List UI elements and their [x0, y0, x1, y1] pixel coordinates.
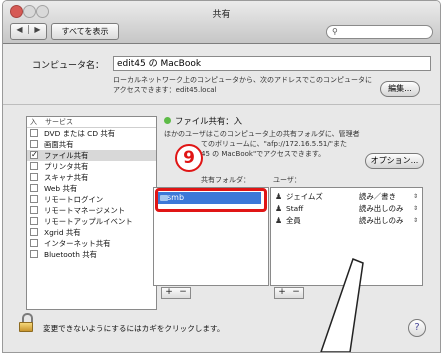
service-item-printer-sharing[interactable]: プリンタ共有	[27, 161, 156, 172]
service-checkbox[interactable]	[30, 173, 38, 181]
service-checkbox[interactable]	[30, 217, 38, 225]
file-sharing-desc-line3: 45 の MacBook"でアクセスできます。	[201, 150, 326, 158]
remove-user-button[interactable]: −	[290, 287, 302, 297]
permission-popup-arrows-icon[interactable]: ⇕	[413, 191, 418, 202]
title-bar: 共有 ◀ ▶ すべてを表示 ⚲	[3, 1, 440, 44]
service-item-internet-sharing[interactable]: インターネット共有	[27, 238, 156, 249]
services-list: 入サービス DVD または CD 共有 画面共有 ファイル共有 プリンタ共有 ス…	[26, 116, 157, 310]
service-checkbox[interactable]	[30, 250, 38, 258]
lock-body	[19, 322, 33, 332]
user-permission[interactable]: 読み出しのみ	[359, 203, 403, 214]
user-name: ジェイムズ	[286, 192, 323, 201]
shared-folders-header: 共有フォルダ：	[201, 176, 250, 184]
user-permission[interactable]: 読み出しのみ	[359, 215, 403, 226]
edit-button[interactable]: 編集...	[380, 81, 420, 97]
help-button[interactable]: ?	[408, 319, 426, 337]
user-row[interactable]: ♟ ジェイムズ 読み／書き ⇕	[271, 191, 422, 202]
permission-popup-arrows-icon[interactable]: ⇕	[413, 215, 418, 226]
service-item-remote-apple-events[interactable]: リモートアップルイベント	[27, 216, 156, 227]
service-item-dvd[interactable]: DVD または CD 共有	[27, 128, 156, 139]
service-item-file-sharing[interactable]: ファイル共有	[27, 149, 156, 161]
service-label: リモートマネージメント	[44, 206, 126, 215]
service-label: Web 共有	[44, 184, 78, 193]
service-checkbox[interactable]	[30, 239, 38, 247]
service-label: Bluetooth 共有	[44, 250, 98, 259]
service-item-xgrid-sharing[interactable]: Xgrid 共有	[27, 227, 156, 238]
file-sharing-desc-line2: てのボリュームに、"afp://172.16.5.51/"また	[201, 140, 347, 148]
service-item-screen-sharing[interactable]: 画面共有	[27, 139, 156, 150]
user-name: Staff	[286, 204, 304, 213]
service-item-web-sharing[interactable]: Web 共有	[27, 183, 156, 194]
service-label: 画面共有	[44, 140, 74, 149]
service-checkbox[interactable]	[30, 140, 38, 148]
user-name: 全員	[286, 216, 301, 225]
single-user-icon: ♟	[275, 192, 283, 201]
computer-name-field[interactable]: edit45 の MacBook	[113, 56, 431, 71]
lock-message: 変更できないようにするにはカギをクリックします。	[43, 324, 225, 333]
users-add-remove-bar: + −	[274, 287, 304, 299]
everyone-icon: ♟	[275, 216, 283, 225]
service-item-remote-management[interactable]: リモートマネージメント	[27, 205, 156, 216]
add-folder-button[interactable]: +	[163, 287, 175, 297]
users-list: ♟ ジェイムズ 読み／書き ⇕ ♟ Staff 読み出しのみ ⇕ ♟ 全員 読み…	[270, 187, 423, 286]
divider	[3, 104, 440, 105]
highlight-annotation	[155, 188, 267, 212]
service-checkbox[interactable]	[30, 228, 38, 236]
service-item-bluetooth-sharing[interactable]: Bluetooth 共有	[27, 249, 156, 260]
options-button[interactable]: オプション...	[365, 153, 424, 169]
computer-address-info-line2: アクセスできます：edit45.local	[113, 86, 217, 94]
user-row[interactable]: ♟ Staff 読み出しのみ ⇕	[271, 203, 422, 214]
nav-segment: ◀ ▶	[10, 23, 47, 40]
status-indicator	[164, 117, 171, 124]
lock-icon[interactable]	[19, 313, 33, 332]
service-label: Xgrid 共有	[44, 228, 81, 237]
header-on: 入	[30, 118, 37, 126]
search-icon: ⚲	[332, 27, 338, 36]
search-field[interactable]: ⚲	[326, 25, 433, 39]
users-header: ユーザ：	[273, 176, 301, 184]
service-checkbox[interactable]	[30, 206, 38, 214]
service-item-remote-login[interactable]: リモートログイン	[27, 194, 156, 205]
service-label: DVD または CD 共有	[44, 129, 116, 138]
services-list-header: 入サービス	[27, 117, 156, 128]
service-label: リモートログイン	[44, 195, 104, 204]
group-icon: ♟	[275, 204, 283, 213]
service-label: リモートアップルイベント	[44, 217, 133, 226]
permission-popup-arrows-icon[interactable]: ⇕	[413, 203, 418, 214]
folders-add-remove-bar: + −	[161, 287, 191, 299]
show-all-button[interactable]: すべてを表示	[51, 23, 119, 40]
file-sharing-status: ファイル共有：入	[175, 116, 242, 126]
window-title: 共有	[212, 10, 231, 20]
back-button[interactable]: ◀	[11, 25, 29, 34]
service-item-scanner-sharing[interactable]: スキャナ共有	[27, 172, 156, 183]
service-checkbox[interactable]	[30, 195, 38, 203]
step-number-badge: 9	[175, 144, 203, 172]
user-permission[interactable]: 読み／書き	[359, 191, 396, 202]
sharing-window: 共有 ◀ ▶ すべてを表示 ⚲ コンピュータ名： edit45 の MacBoo…	[2, 0, 441, 353]
service-checkbox[interactable]	[30, 162, 38, 170]
service-checkbox[interactable]	[30, 129, 38, 137]
file-sharing-desc-line1: ほかのユーザはこのコンピュータ上の共有フォルダに、管理者	[164, 130, 360, 138]
header-service: サービス	[45, 118, 73, 126]
service-checkbox[interactable]	[30, 184, 38, 192]
add-user-button[interactable]: +	[276, 287, 288, 297]
service-checkbox-checked[interactable]	[30, 149, 38, 160]
service-label: スキャナ共有	[44, 173, 89, 182]
forward-button[interactable]: ▶	[29, 25, 46, 34]
service-label: インターネット共有	[44, 239, 111, 248]
user-row[interactable]: ♟ 全員 読み出しのみ ⇕	[271, 215, 422, 226]
remove-folder-button[interactable]: −	[177, 287, 189, 297]
computer-address-info-line1: ローカルネットワーク上のコンピュータから、次のアドレスでこのコンピュータに	[113, 76, 372, 84]
service-label: ファイル共有	[44, 151, 89, 160]
computer-name-label: コンピュータ名：	[32, 61, 105, 71]
service-label: プリンタ共有	[44, 162, 89, 171]
